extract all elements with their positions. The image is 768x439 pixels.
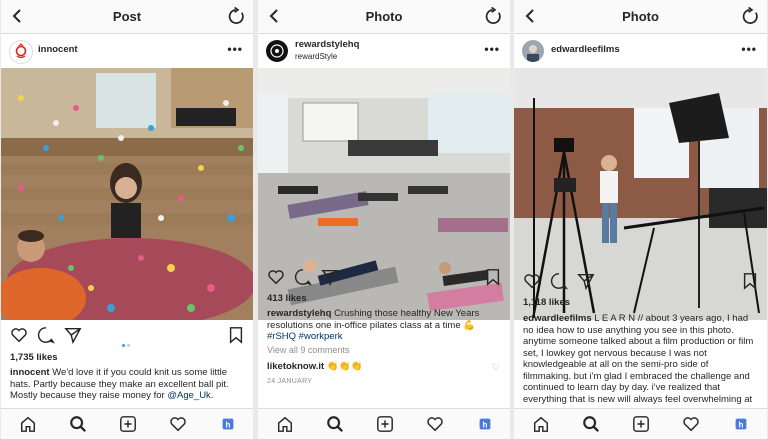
profile-icon[interactable]: h: [732, 415, 750, 433]
top-bar: Photo: [258, 0, 510, 34]
svg-text:h: h: [483, 421, 488, 430]
caption-username[interactable]: edwardleefilms: [523, 313, 592, 324]
add-icon[interactable]: [632, 415, 650, 433]
caption-username[interactable]: innocent: [10, 367, 50, 378]
more-icon[interactable]: •••: [741, 42, 757, 56]
heart-icon[interactable]: [10, 326, 28, 344]
activity-icon[interactable]: [426, 415, 444, 433]
profile-icon[interactable]: h: [219, 415, 237, 433]
share-icon[interactable]: [64, 326, 82, 344]
search-icon[interactable]: [326, 415, 344, 433]
likes-count[interactable]: 1,118 likes: [523, 297, 570, 308]
avatar[interactable]: [522, 40, 544, 62]
flexed-biceps-icon: 💪: [463, 319, 476, 331]
add-icon[interactable]: [376, 415, 394, 433]
post-panel-innocent: Post innocent ••• 1,735 likes innocent W…: [1, 0, 253, 439]
account-subtitle[interactable]: rewardStyle: [295, 52, 337, 61]
caption: edwardleefilms L E A R N // about 3 year…: [523, 313, 759, 405]
share-icon[interactable]: [321, 268, 339, 286]
caption: rewardstylehq Crushing those healthy New…: [267, 308, 502, 343]
bookmark-icon[interactable]: [741, 272, 759, 290]
caption-text: L E A R N // about 3 years ago, I had no…: [523, 313, 754, 405]
page-title: Photo: [365, 9, 403, 24]
bottom-nav: h: [1, 408, 253, 439]
username[interactable]: rewardstylehq: [295, 39, 359, 50]
activity-icon[interactable]: [682, 415, 700, 433]
carousel-indicator: [121, 334, 131, 352]
heart-icon[interactable]: [267, 268, 285, 286]
more-icon[interactable]: •••: [484, 42, 500, 56]
home-icon[interactable]: [19, 415, 37, 433]
svg-text:h: h: [739, 421, 744, 430]
page-title: Post: [112, 9, 142, 24]
home-icon[interactable]: [532, 415, 550, 433]
bottom-nav: h: [258, 408, 510, 439]
page-title: Photo: [622, 9, 659, 24]
heart-icon[interactable]: [523, 272, 541, 290]
comment-username[interactable]: liketoknow.it: [267, 361, 324, 372]
svg-text:h: h: [226, 421, 231, 430]
profile-icon[interactable]: h: [476, 415, 494, 433]
avatar[interactable]: [266, 40, 288, 62]
comment-icon[interactable]: [37, 326, 55, 344]
action-bar: [514, 272, 767, 292]
search-icon[interactable]: [582, 415, 600, 433]
top-bar: Post: [1, 0, 253, 34]
add-icon[interactable]: [119, 415, 137, 433]
more-icon[interactable]: •••: [227, 42, 243, 56]
search-icon[interactable]: [69, 415, 87, 433]
share-icon[interactable]: [577, 272, 595, 290]
caption: innocent We'd love it if you could knit …: [10, 367, 245, 402]
avatar[interactable]: [9, 40, 33, 64]
comment-row: liketoknow.it 👏👏👏: [267, 361, 362, 372]
post-photo[interactable]: [1, 68, 253, 320]
caption-mention[interactable]: @Age_Uk: [167, 390, 210, 401]
top-bar: Photo: [514, 0, 767, 34]
bookmark-icon[interactable]: [484, 268, 502, 286]
comment-icon[interactable]: [550, 272, 568, 290]
comment-icon[interactable]: [294, 268, 312, 286]
action-bar: [258, 268, 510, 288]
comment-like-icon[interactable]: ♡: [492, 362, 500, 373]
post-panel-rewardstyle: Photo rewardstylehq rewardStyle ••• 413 …: [258, 0, 510, 439]
home-icon[interactable]: [276, 415, 294, 433]
view-all-comments-link[interactable]: View all 9 comments: [267, 345, 349, 355]
username[interactable]: innocent: [38, 44, 78, 55]
post-panel-edwardleefilms: Photo edwardleefilms ••• 1,118 likes edw…: [514, 0, 767, 439]
post-date: 24 JANUARY: [267, 378, 313, 385]
refresh-icon[interactable]: [741, 7, 760, 26]
caption-hashtags[interactable]: #rSHQ #workperk: [267, 331, 343, 342]
likes-count[interactable]: 1,735 likes: [10, 352, 58, 363]
activity-icon[interactable]: [169, 415, 187, 433]
bookmark-icon[interactable]: [227, 326, 245, 344]
post-header: rewardstylehq rewardStyle •••: [258, 34, 510, 68]
refresh-icon[interactable]: [484, 7, 503, 26]
refresh-icon[interactable]: [227, 7, 246, 26]
likes-count[interactable]: 413 likes: [267, 293, 307, 304]
clapping-hands-icon: 👏👏👏: [326, 361, 363, 372]
username[interactable]: edwardleefilms: [551, 44, 620, 55]
post-header: edwardleefilms •••: [514, 34, 767, 68]
post-header: innocent •••: [1, 34, 253, 68]
caption-end: .: [210, 390, 214, 401]
caption-username[interactable]: rewardstylehq: [267, 308, 331, 319]
bottom-nav: h: [514, 408, 767, 439]
